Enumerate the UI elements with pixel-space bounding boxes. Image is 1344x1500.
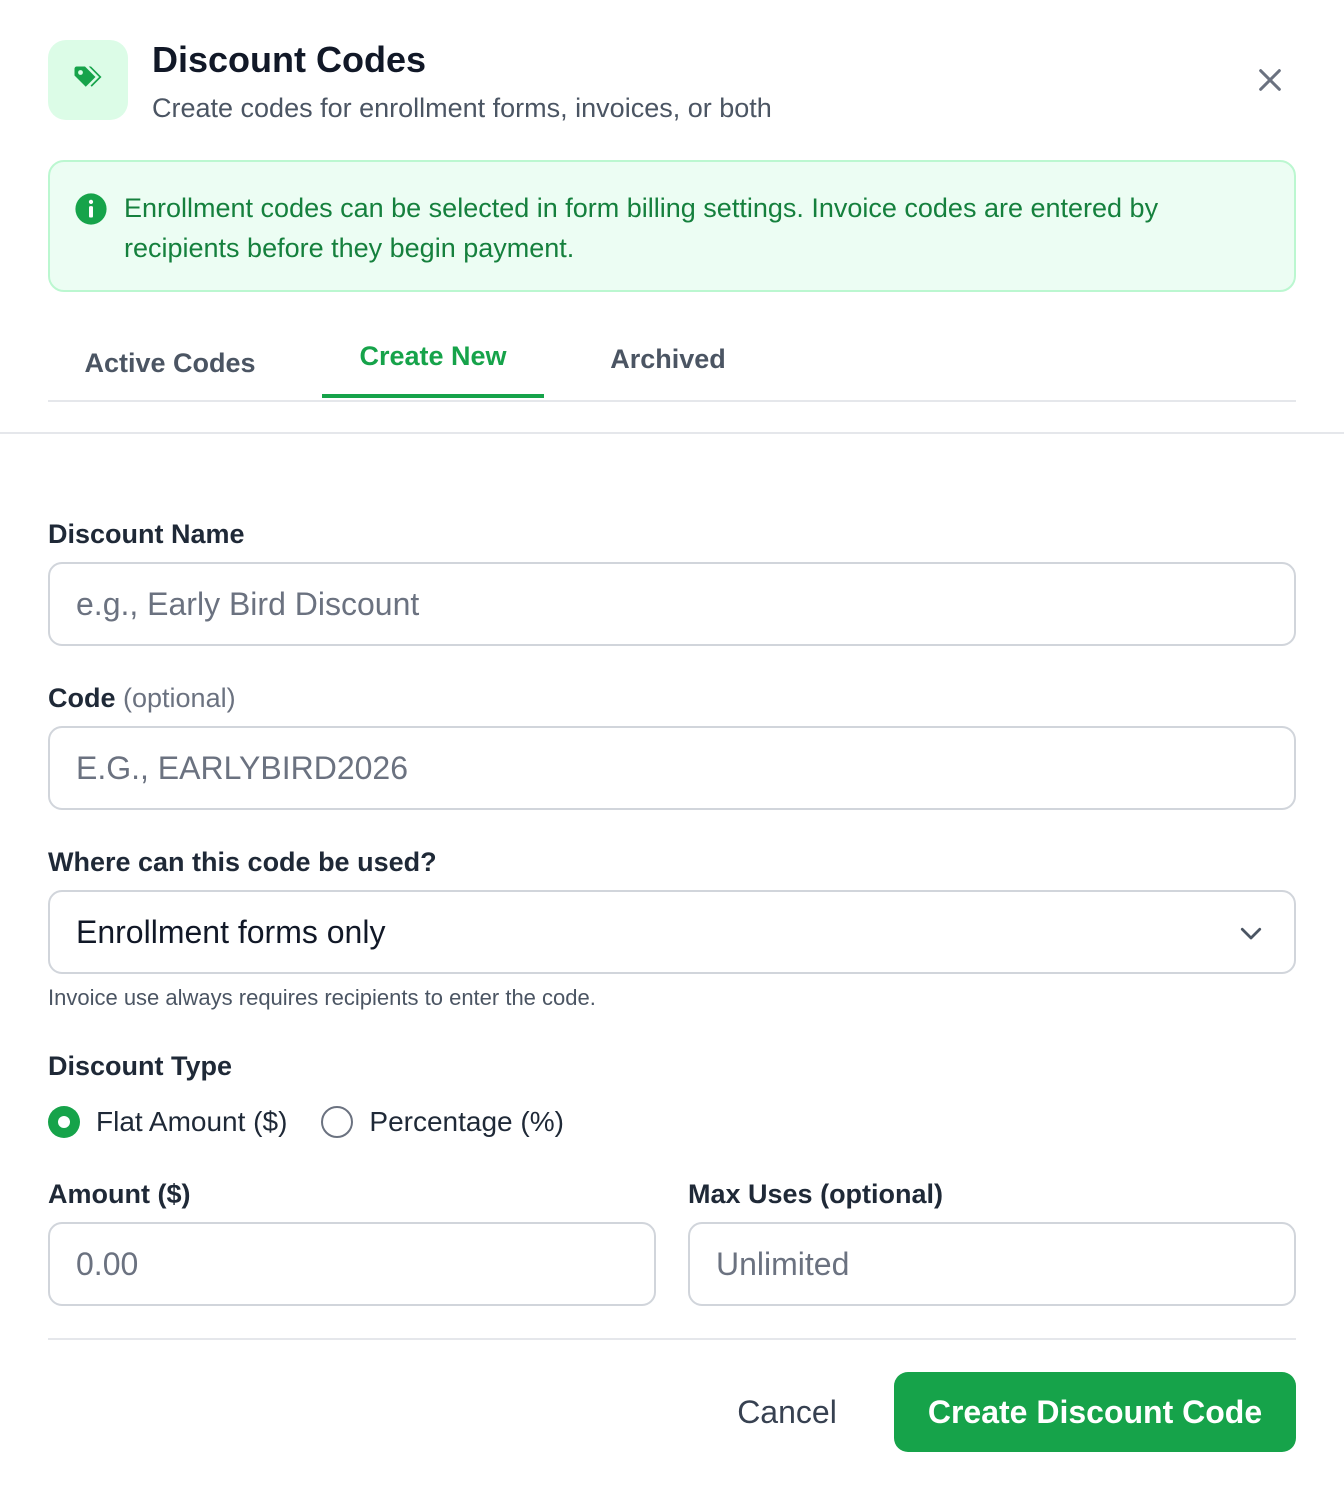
info-text: Enrollment codes can be selected in form… [124,193,1159,263]
create-discount-code-button[interactable]: Create Discount Code [894,1372,1296,1452]
radio-percentage-dot[interactable] [321,1106,354,1138]
radio-flat-amount-label: Flat Amount ($) [96,1106,288,1137]
max-uses-label: Max Uses (optional) [688,1179,944,1209]
close-button[interactable] [1252,62,1288,98]
usage-select[interactable]: Enrollment forms only [48,890,1296,974]
code-input[interactable] [48,726,1296,810]
section-divider [0,432,1344,434]
discount-type-label: Discount Type [48,1051,233,1081]
close-icon [1259,69,1281,91]
amount-label: Amount ($) [48,1179,191,1209]
discount-name-label: Discount Name [48,519,245,549]
modal-subtitle: Create codes for enrollment forms, invoi… [152,93,772,123]
radio-percentage-label: Percentage (%) [369,1106,564,1137]
tag-icon-container [48,40,128,120]
radio-percentage[interactable]: Percentage (%) [321,1106,564,1138]
max-uses-input[interactable] [688,1222,1296,1306]
footer-divider [48,1338,1296,1340]
tab-bar: Active Codes Create New Archived [48,320,1296,402]
modal-header: Discount Codes Create codes for enrollme… [48,39,1296,123]
code-label-text: Code [48,683,116,713]
code-optional-text: (optional) [123,683,236,713]
discount-codes-modal: Discount Codes Create codes for enrollme… [0,0,1344,1500]
amount-input[interactable] [48,1222,656,1306]
code-label: Code (optional) [48,682,236,714]
discount-name-input[interactable] [48,562,1296,646]
chevron-down-icon [1240,927,1262,940]
usage-label: Where can this code be used? [48,847,437,877]
discount-type-radio-group: Flat Amount ($) Percentage (%) [48,1104,564,1140]
cancel-button[interactable]: Cancel [704,1372,870,1452]
radio-flat-amount[interactable]: Flat Amount ($) [48,1106,287,1138]
radio-flat-amount-dot[interactable] [48,1106,80,1138]
tag-icon [74,66,102,87]
usage-helper-text: Invoice use always requires recipients t… [48,985,596,1010]
tab-create-new[interactable]: Create New [322,318,544,398]
modal-title: Discount Codes [152,39,427,80]
info-banner: Enrollment codes can be selected in form… [48,160,1296,292]
usage-select-value: Enrollment forms only [76,913,386,950]
tab-archived[interactable]: Archived [576,318,760,400]
info-icon [75,193,107,225]
tab-active-codes[interactable]: Active Codes [48,322,292,404]
